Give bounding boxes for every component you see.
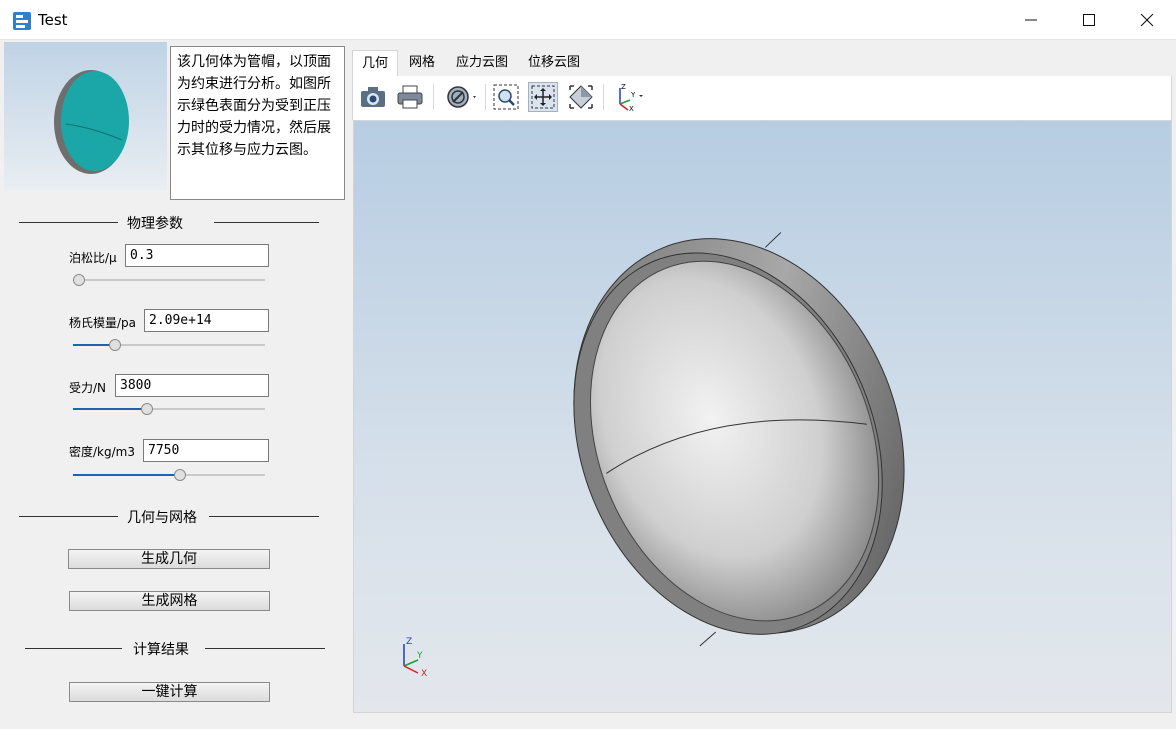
- svg-text:Y: Y: [416, 651, 423, 661]
- youngs-label: 杨氏模量/pa: [69, 316, 137, 330]
- generate-mesh-button[interactable]: 生成网格: [69, 591, 270, 611]
- zoom-box-icon[interactable]: [491, 82, 521, 112]
- force-slider[interactable]: [73, 403, 265, 415]
- app-icon: [12, 11, 32, 31]
- density-input[interactable]: 7750: [143, 439, 269, 462]
- maximize-icon: [1083, 14, 1095, 26]
- youngs-input[interactable]: 2.09e+14: [144, 309, 269, 332]
- minimize-button[interactable]: [1002, 0, 1060, 40]
- youngs-slider-handle: [109, 339, 121, 351]
- 3d-viewport[interactable]: Z Y X: [353, 120, 1172, 713]
- svg-text:X: X: [629, 105, 634, 112]
- pipe-cap-model: [573, 232, 905, 647]
- force-label: 受力/N: [69, 381, 107, 395]
- minimize-icon: [1025, 19, 1037, 21]
- fit-all-icon[interactable]: [528, 82, 558, 112]
- density-slider-handle: [173, 469, 186, 481]
- svg-text:Z: Z: [621, 83, 626, 91]
- view-iso-icon[interactable]: [566, 82, 596, 112]
- youngs-slider[interactable]: [73, 339, 265, 351]
- poisson-label: 泊松比/μ: [69, 251, 117, 265]
- section-physical-params: 物理参数: [19, 214, 319, 232]
- svg-text:X: X: [421, 669, 427, 679]
- force-slider-handle: [141, 403, 154, 415]
- printer-icon[interactable]: [395, 82, 425, 112]
- viewer-toolbar: Z Y X: [352, 76, 1172, 120]
- section-geometry-mesh: 几何与网格: [19, 508, 319, 526]
- title-bar: Test: [0, 0, 1176, 40]
- tab-mesh[interactable]: 网格: [400, 50, 444, 76]
- tab-geometry[interactable]: 几何: [352, 50, 398, 76]
- tab-stress[interactable]: 应力云图: [450, 50, 514, 76]
- svg-text:Y: Y: [630, 91, 636, 99]
- density-slider[interactable]: [73, 469, 265, 481]
- window-title: Test: [38, 11, 68, 29]
- description-text: 该几何体为管帽，以顶面为约束进行分析。如图所示绿色表面分为受到正压力时的受力情况…: [170, 46, 345, 200]
- close-icon: [1140, 13, 1154, 27]
- force-input[interactable]: 3800: [115, 374, 269, 397]
- poisson-slider[interactable]: [73, 274, 265, 286]
- poisson-slider-handle: [73, 274, 85, 286]
- hide-icon[interactable]: [444, 82, 480, 112]
- generate-geometry-button[interactable]: 生成几何: [68, 549, 270, 569]
- section-results: 计算结果: [25, 640, 325, 658]
- density-label: 密度/kg/m3: [69, 445, 135, 459]
- maximize-button[interactable]: [1060, 0, 1118, 40]
- geometry-preview: [4, 42, 167, 190]
- force-slider-fill: [73, 408, 148, 410]
- camera-icon[interactable]: [358, 82, 388, 112]
- compute-button[interactable]: 一键计算: [69, 682, 270, 702]
- poisson-input[interactable]: 0.3: [125, 244, 269, 267]
- axes-triad: Z Y X: [403, 637, 427, 679]
- svg-text:Z: Z: [406, 637, 412, 647]
- close-button[interactable]: [1118, 0, 1176, 40]
- density-slider-fill: [73, 474, 180, 476]
- axes-icon[interactable]: Z Y X: [611, 82, 647, 112]
- tab-displacement[interactable]: 位移云图: [522, 50, 586, 76]
